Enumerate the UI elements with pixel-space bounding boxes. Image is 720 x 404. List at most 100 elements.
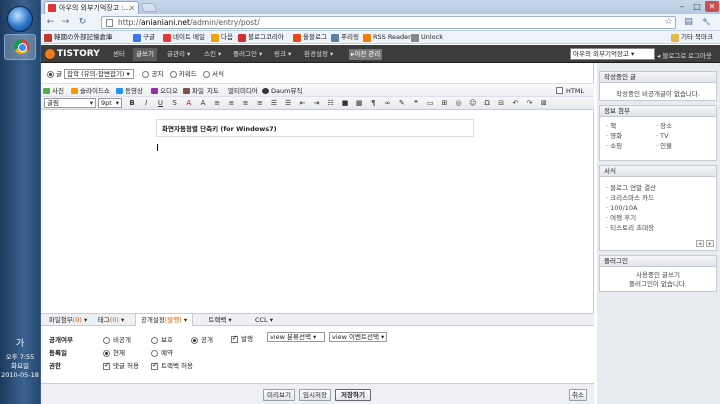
reload-button[interactable]: ↻: [76, 16, 89, 29]
insert-photo-button[interactable]: 사진: [43, 86, 64, 96]
radio[interactable]: [103, 336, 110, 344]
checkbox[interactable]: [231, 334, 238, 343]
visibility-public[interactable]: 공개: [191, 334, 213, 344]
maximize-button[interactable]: □: [690, 1, 704, 12]
menu-link[interactable]: 링크 ▾: [274, 49, 291, 60]
template-item[interactable]: · 블로그 연말 결산: [606, 183, 656, 193]
italic-icon[interactable]: I: [141, 98, 151, 108]
insert-daum-music-button[interactable]: Daum뮤직: [262, 86, 302, 96]
bookmark-item[interactable]: 네이트 메일: [163, 32, 205, 43]
insert-file-button[interactable]: 파일: [183, 86, 204, 96]
redo-icon[interactable]: ↷: [525, 98, 535, 108]
quote-icon[interactable]: ❝: [411, 98, 421, 108]
bookmark-item[interactable]: RSS Reader: [363, 32, 411, 43]
checkbox[interactable]: [103, 361, 110, 370]
emoticon-icon[interactable]: ◎: [454, 98, 464, 108]
number-list-icon[interactable]: ☰: [283, 98, 293, 108]
template-next-icon[interactable]: ▸: [706, 240, 714, 247]
menu-manage-posts[interactable]: 글관리 ▾: [167, 49, 190, 60]
other-bookmarks[interactable]: 기타 북마크: [671, 32, 713, 43]
align-right-icon[interactable]: ≡: [241, 98, 251, 108]
bookmark-item[interactable]: 올블로그: [293, 32, 327, 43]
html-toggle[interactable]: HTML: [556, 86, 584, 96]
new-tab-button[interactable]: [140, 3, 158, 12]
template-item[interactable]: · 100/10A: [606, 203, 656, 213]
box-icon[interactable]: ■: [340, 98, 350, 108]
frame-icon[interactable]: ▭: [425, 98, 435, 108]
paragraph-icon[interactable]: ¶: [368, 98, 378, 108]
checkbox[interactable]: [151, 361, 158, 370]
tab-ccl[interactable]: CCL ▾: [249, 314, 279, 326]
insert-slideshow-button[interactable]: 슬라이드쇼: [71, 86, 110, 96]
bold-icon[interactable]: B: [127, 98, 137, 108]
menu-legacy-admin[interactable]: ▸이전 관리: [349, 49, 383, 60]
strike-icon[interactable]: S: [170, 98, 180, 108]
divider-icon[interactable]: ⊟: [496, 98, 506, 108]
visibility-protected[interactable]: 보호: [151, 334, 173, 344]
editor-body[interactable]: [41, 110, 594, 313]
clock-day[interactable]: 화요일: [0, 362, 40, 371]
view-event-select[interactable]: view 이벤트선택 ▾: [329, 332, 387, 342]
indent-icon[interactable]: ⇥: [312, 98, 322, 108]
page-menu-icon[interactable]: ▤: [682, 16, 695, 29]
bookmark-item[interactable]: 블로그코리아: [238, 32, 284, 43]
taskbar-chrome-button[interactable]: [4, 34, 36, 60]
font-size-select[interactable]: 9pt ▾: [98, 98, 122, 108]
bookmark-item[interactable]: 구글: [133, 32, 155, 43]
line-height-icon[interactable]: ☷: [326, 98, 336, 108]
tistory-logo[interactable]: TISTORY: [45, 48, 100, 60]
back-button[interactable]: ←: [44, 16, 57, 29]
insert-video-button[interactable]: 동영상: [116, 86, 143, 96]
info-item[interactable]: · 인물: [656, 141, 672, 151]
special-char-icon[interactable]: Ω: [482, 98, 492, 108]
blog-select[interactable]: 아우의 외부기억장고 ▾: [570, 48, 655, 60]
clear-icon[interactable]: ⊠: [539, 98, 549, 108]
save-draft-button[interactable]: 임시저장: [299, 389, 331, 401]
bg-color-icon[interactable]: A: [198, 98, 208, 108]
radio[interactable]: [151, 336, 158, 344]
allow-trackbacks[interactable]: 트랙백 허용: [151, 360, 193, 370]
underline-icon[interactable]: U: [155, 98, 165, 108]
menu-plugin[interactable]: 플러그인 ▾: [233, 49, 262, 60]
bookmark-item[interactable]: 韓國の外部記憶倉庫: [44, 32, 113, 43]
link-icon[interactable]: ∞: [383, 98, 393, 108]
tab-tags[interactable]: 태그(0) ▾: [95, 314, 127, 326]
tab-trackback[interactable]: 트랙백 ▾: [201, 314, 239, 326]
info-item[interactable]: · 장소: [656, 121, 672, 131]
type-radio-notice[interactable]: [142, 70, 150, 78]
logout-link[interactable]: 로그아웃: [688, 50, 712, 60]
save-button[interactable]: 저장하기: [335, 389, 371, 401]
tab-attachments[interactable]: 파일첨부(0) ▾: [47, 314, 89, 326]
bookmark-item[interactable]: 다음: [211, 32, 233, 43]
info-item[interactable]: · 쇼핑: [606, 141, 622, 151]
issue-checkbox[interactable]: 발행: [231, 333, 253, 343]
bullet-list-icon[interactable]: ☰: [269, 98, 279, 108]
info-item[interactable]: · TV: [656, 131, 672, 141]
template-prev-icon[interactable]: ◂: [696, 240, 704, 247]
edit-icon[interactable]: ✎: [397, 98, 407, 108]
insert-multimedia-button[interactable]: 멀티미디어: [228, 86, 258, 96]
star-icon[interactable]: ☆: [662, 16, 675, 29]
minimize-button[interactable]: –: [675, 1, 689, 12]
wrench-icon[interactable]: 🔧: [700, 16, 713, 29]
undo-icon[interactable]: ↶: [510, 98, 520, 108]
menu-write[interactable]: 글쓰기: [133, 48, 157, 61]
radio[interactable]: [103, 349, 110, 357]
date-reserve[interactable]: 예약: [151, 347, 173, 357]
bookmark-item[interactable]: Unlock: [411, 32, 443, 43]
html-checkbox[interactable]: [556, 87, 563, 94]
type-radio-post[interactable]: [47, 70, 54, 78]
template-item[interactable]: · 여행 후기: [606, 213, 656, 223]
menu-skin[interactable]: 스킨 ▾: [204, 49, 221, 60]
browser-tab[interactable]: 아우의 외부기억장고 :... ×: [44, 1, 139, 14]
tab-close-icon[interactable]: ×: [129, 2, 135, 14]
align-justify-icon[interactable]: ≡: [255, 98, 265, 108]
visibility-private[interactable]: 비공개: [103, 334, 131, 344]
table-icon[interactable]: ▦: [354, 98, 364, 108]
font-family-select[interactable]: 굴림 ▾: [44, 98, 96, 108]
info-item[interactable]: · 책: [606, 121, 622, 131]
blog-home-link[interactable]: ◂ 블로그로: [657, 50, 686, 60]
category-select[interactable]: 잡학 (유의-잡변잡기) ▾: [64, 69, 135, 79]
type-radio-template[interactable]: [202, 70, 210, 78]
insert-audio-button[interactable]: 오디오: [151, 86, 178, 96]
